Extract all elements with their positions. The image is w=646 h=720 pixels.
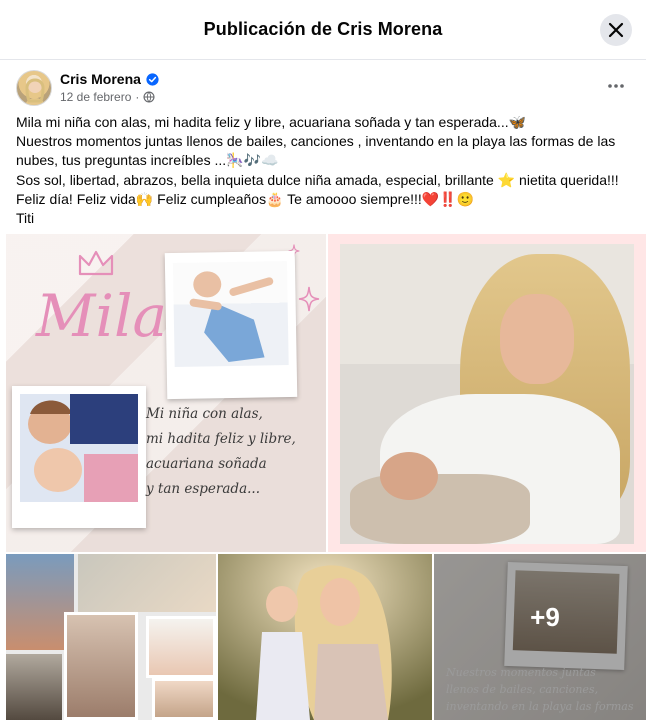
polaroid-children [12, 386, 146, 528]
photo-tile-girl-grandmother[interactable] [218, 554, 432, 720]
post-text-line: Mila mi niña con alas, mi hadita feliz y… [16, 114, 527, 130]
more-options-button[interactable] [602, 74, 630, 98]
script-line: y tan esperada... [146, 481, 260, 497]
author-name[interactable]: Cris Morena [60, 71, 141, 87]
post-meta: 12 de febrero · [60, 90, 155, 104]
more-icon [608, 84, 624, 88]
collage-name-text: Mila [36, 282, 168, 350]
post-text-line: Sos sol, libertad, abrazos, bella inquie… [16, 171, 619, 188]
children-photo [20, 394, 138, 502]
script-line: acuariana soñada [146, 456, 267, 472]
post-text-line: Titi [16, 210, 35, 227]
collage-script-text: Mi niña con alas, mi hadita feliz y libr… [146, 402, 324, 502]
modal-title: Publicación de Cris Morena [203, 19, 443, 39]
script-line: mi hadita feliz y libre, [146, 431, 296, 447]
girl-grandmother-photo [218, 554, 432, 720]
close-button[interactable] [600, 14, 632, 46]
baby-photo [189, 271, 274, 363]
author-row: Cris Morena [60, 71, 159, 87]
avatar[interactable] [16, 70, 52, 106]
meta-separator: · [135, 90, 140, 104]
photo-tile-more[interactable]: Nuestros momentos juntas llenos de baile… [434, 554, 646, 720]
post-header: Cris Morena 12 de febrero · [16, 70, 630, 110]
more-photos-count[interactable]: +9 [434, 554, 646, 720]
close-icon [608, 22, 624, 38]
avatar-image [25, 78, 45, 105]
post-text-line: nubes, tus preguntas increíbles ...🎠🎶☁️ [16, 152, 279, 169]
crown-icon [78, 250, 114, 276]
photo-tile-grandmother-baby[interactable] [328, 234, 646, 552]
script-line: Mi niña con alas, [146, 406, 263, 422]
post-date[interactable]: 12 de febrero [60, 90, 131, 104]
post-text-line: Nuestros momentos juntas llenos de baile… [16, 133, 616, 150]
photo-grid: Mila Mi niña con alas, mi hadita feliz y… [6, 234, 646, 720]
photo-tile-collage[interactable]: Mila Mi niña con alas, mi hadita feliz y… [6, 234, 326, 552]
post-text-line: Feliz día! Feliz vida🙌 Feliz cumpleaños🎂… [16, 190, 475, 207]
polaroid-baby-sleeping [164, 250, 298, 400]
post-text: Mila mi niña con alas, mi hadita feliz y… [16, 113, 630, 228]
sparkle-icon [298, 286, 320, 312]
verified-badge-icon [146, 72, 159, 86]
photo-tile-collage-2[interactable] [6, 554, 216, 720]
modal-header: Publicación de Cris Morena [0, 0, 646, 60]
globe-icon [143, 91, 155, 103]
